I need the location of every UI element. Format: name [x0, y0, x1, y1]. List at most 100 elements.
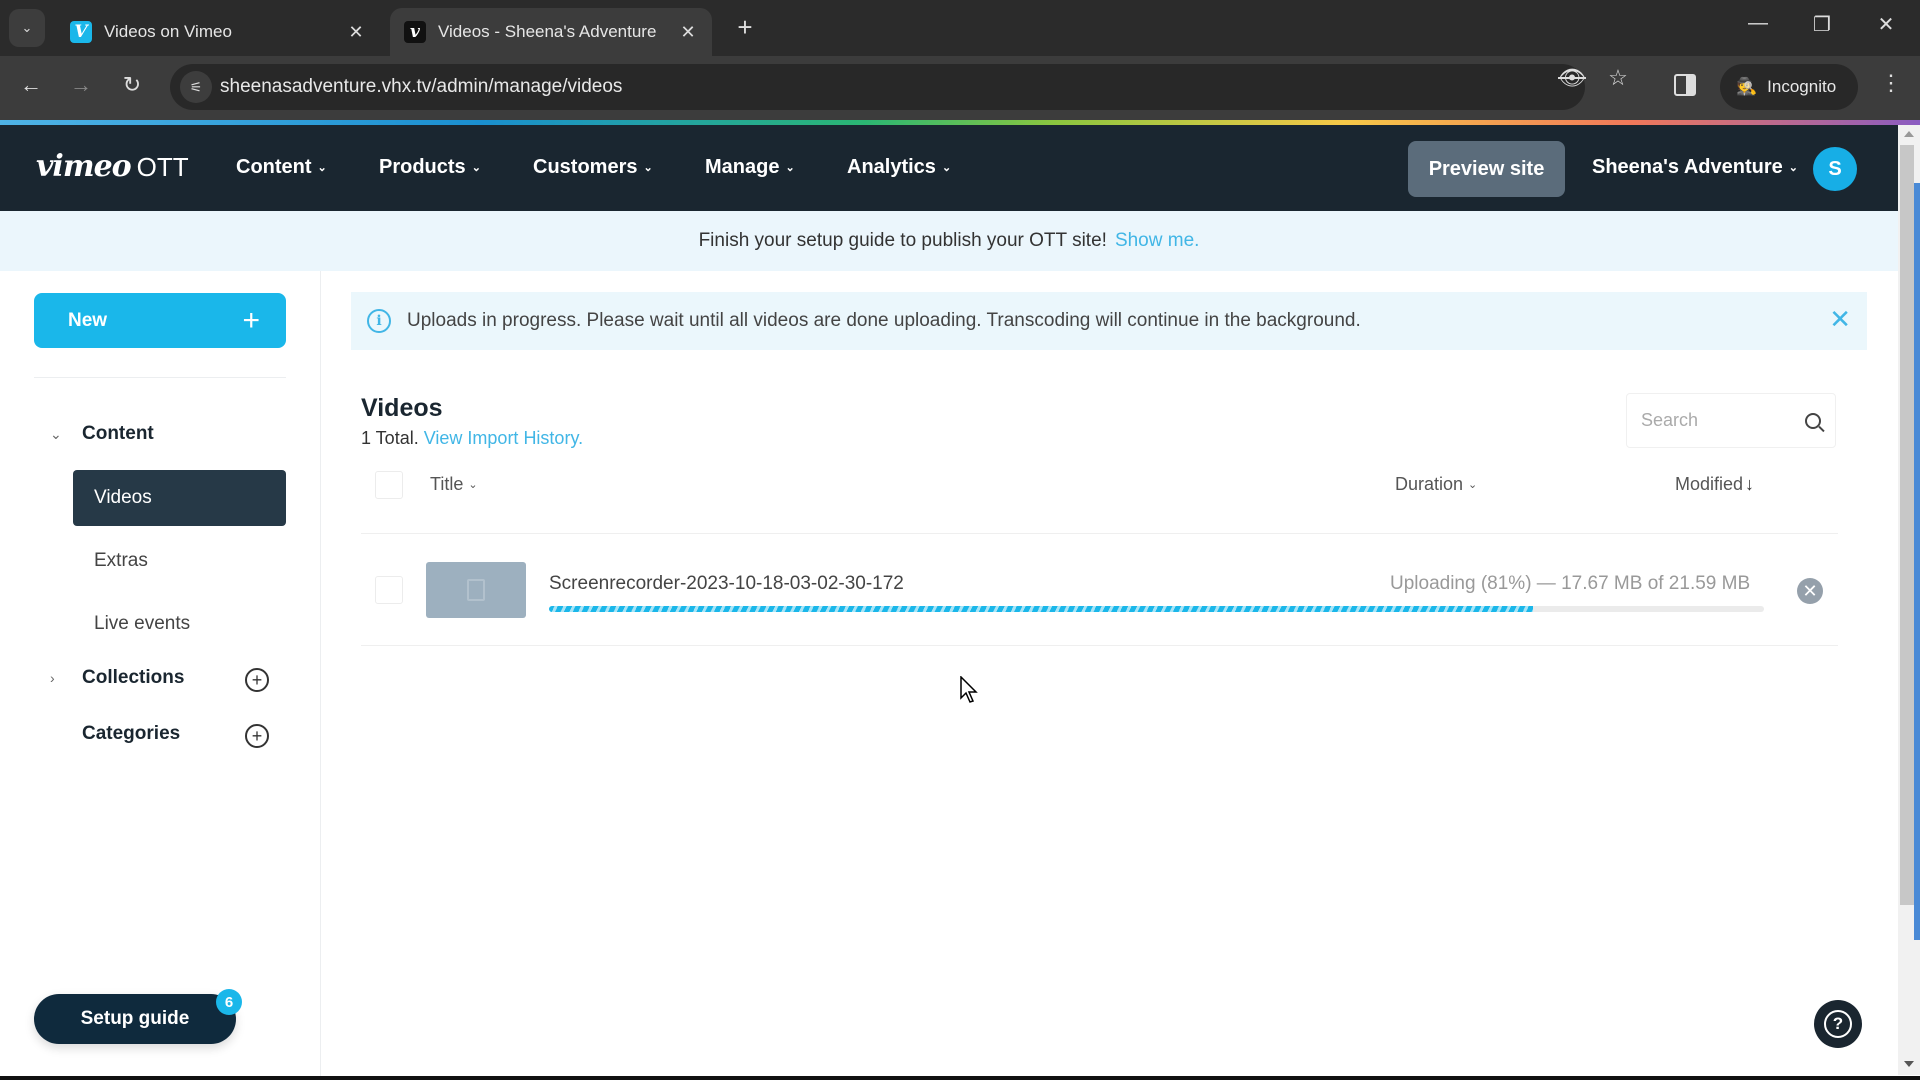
browser-tab-videos-on-vimeo[interactable]: V Videos on Vimeo ✕: [56, 8, 380, 56]
chevron-down-icon: ⌄: [471, 162, 481, 174]
logo-wordmark: vimeo: [36, 149, 132, 184]
setup-guide-button[interactable]: Setup guide: [34, 994, 236, 1044]
browser-tab-sheenas-adventure[interactable]: v Videos - Sheena's Adventure ✕: [390, 8, 712, 56]
video-title[interactable]: Screenrecorder-2023-10-18-03-02-30-172: [549, 573, 904, 595]
column-header-duration[interactable]: Duration ⌄: [1395, 474, 1477, 495]
app-header: vimeo OTT Content ⌄ Products ⌄ Customers ⌄ …: [0, 125, 1898, 211]
add-category-icon[interactable]: +: [245, 724, 269, 748]
scroll-up-arrow-icon[interactable]: [1904, 131, 1914, 137]
nav-label: Manage: [705, 156, 780, 178]
column-label: Modified: [1675, 474, 1744, 494]
search-icon[interactable]: [1805, 412, 1821, 429]
forward-button[interactable]: →: [66, 72, 96, 98]
eye-off-icon[interactable]: 👁: [1557, 65, 1587, 91]
chevron-down-icon: ⌄: [941, 162, 952, 174]
tab-search-button[interactable]: ⌄: [9, 9, 45, 47]
nav-customers[interactable]: Customers ⌄: [533, 156, 653, 179]
sidebar-item-label: Extras: [94, 550, 148, 571]
scroll-thumb[interactable]: [1914, 183, 1920, 940]
browser-toolbar: ← → ↻ ⚟ sheenasadventure.vhx.tv/admin/ma…: [0, 56, 1920, 120]
vimeo-favicon-icon: V: [70, 21, 92, 43]
nav-products[interactable]: Products ⌄: [379, 156, 481, 179]
total-count: 1 Total. View Import History.: [361, 428, 583, 449]
back-button[interactable]: ←: [16, 72, 46, 98]
vimeo-ott-logo[interactable]: vimeo OTT: [36, 149, 189, 184]
scroll-track[interactable]: [1900, 145, 1914, 905]
column-header-modified[interactable]: Modified ↓: [1675, 474, 1754, 495]
window-bottom-edge: [0, 1076, 1920, 1080]
sidebar-item-videos[interactable]: Videos: [73, 470, 286, 526]
close-icon[interactable]: ✕: [1829, 306, 1851, 332]
sidebar-group-label: Content: [82, 423, 154, 444]
side-panel-icon[interactable]: [1674, 74, 1696, 96]
chevron-down-icon: ⌄: [1788, 162, 1798, 174]
account-menu[interactable]: Sheena's Adventure ⌄: [1592, 156, 1798, 179]
setup-guide-badge: 6: [216, 989, 242, 1015]
chevron-down-icon: ⌄: [1468, 479, 1478, 491]
setup-banner-text: Finish your setup guide to publish your …: [698, 230, 1107, 251]
preview-site-button[interactable]: Preview site: [1408, 141, 1565, 197]
row-checkbox[interactable]: [375, 576, 403, 604]
browser-menu-icon[interactable]: ⋮: [1880, 70, 1902, 96]
url-text[interactable]: sheenasadventure.vhx.tv/admin/manage/vid…: [220, 76, 622, 98]
chevron-down-icon: ⌄: [785, 162, 795, 174]
site-info-icon[interactable]: ⚟: [180, 71, 212, 103]
tab-title: Videos - Sheena's Adventure: [438, 22, 657, 41]
search-input[interactable]: [1641, 410, 1791, 431]
sort-down-arrow-icon: ↓: [1745, 474, 1755, 494]
bookmark-star-icon[interactable]: ☆: [1603, 65, 1633, 91]
account-name: Sheena's Adventure: [1592, 156, 1783, 178]
upload-alert: i Uploads in progress. Please wait until…: [351, 292, 1867, 350]
avatar[interactable]: S: [1813, 147, 1857, 191]
help-button[interactable]: ?: [1814, 1000, 1862, 1048]
search-box[interactable]: [1626, 393, 1836, 448]
nav-label: Products: [379, 156, 466, 178]
nav-manage[interactable]: Manage ⌄: [705, 156, 795, 179]
incognito-indicator[interactable]: 🕵 Incognito: [1720, 64, 1858, 110]
nav-content[interactable]: Content ⌄: [236, 156, 327, 179]
video-thumbnail[interactable]: [426, 562, 526, 618]
reload-button[interactable]: ↻: [117, 72, 147, 98]
sidebar-group-categories[interactable]: Categories: [82, 723, 180, 745]
tab-close-icon[interactable]: ✕: [678, 22, 698, 43]
restore-button[interactable]: ❐: [1802, 12, 1842, 37]
sidebar-item-label: Videos: [94, 487, 152, 508]
incognito-icon: 🕵: [1736, 77, 1758, 96]
mouse-cursor-icon: [960, 675, 978, 709]
upload-status: Uploading (81%) — 17.67 MB of 21.59 MB: [1390, 573, 1751, 594]
chevron-right-icon: ›: [50, 670, 55, 686]
sidebar-group-label: Categories: [82, 723, 181, 744]
nav-label: Analytics: [847, 156, 936, 178]
nav-label: Content: [236, 156, 312, 178]
new-button[interactable]: New +: [34, 293, 286, 348]
setup-banner: Finish your setup guide to publish your …: [0, 211, 1898, 271]
cancel-upload-icon[interactable]: ✕: [1797, 578, 1823, 604]
chevron-down-icon: ⌄: [50, 425, 62, 442]
column-header-title[interactable]: Title ⌄: [430, 474, 478, 495]
add-collection-icon[interactable]: +: [245, 668, 269, 692]
sidebar-item-live-events[interactable]: Live events: [73, 596, 286, 652]
page-scrollbar[interactable]: [1898, 125, 1920, 1075]
show-me-link[interactable]: Show me.: [1115, 230, 1199, 252]
browser-tab-bar: ⌄ V Videos on Vimeo ✕ v Videos - Sheena'…: [0, 0, 1920, 56]
chevron-down-icon: ⌄: [643, 162, 653, 174]
sidebar-group-label: Collections: [82, 667, 185, 688]
plus-icon: +: [242, 303, 260, 337]
vhx-favicon-icon: v: [404, 21, 426, 43]
window-close-button[interactable]: ✕: [1866, 12, 1906, 37]
minimize-button[interactable]: —: [1738, 12, 1778, 35]
new-tab-button[interactable]: +: [730, 12, 760, 43]
address-bar[interactable]: ⚟ sheenasadventure.vhx.tv/admin/manage/v…: [170, 64, 1585, 110]
sidebar-group-content[interactable]: ⌄ Content: [50, 423, 154, 445]
select-all-checkbox[interactable]: [375, 471, 403, 499]
nav-analytics[interactable]: Analytics ⌄: [847, 156, 951, 179]
chevron-down-icon: ⌄: [468, 479, 478, 491]
scroll-down-arrow-icon[interactable]: [1904, 1061, 1914, 1067]
tab-close-icon[interactable]: ✕: [346, 22, 366, 43]
sidebar-group-collections[interactable]: › Collections: [50, 667, 184, 689]
help-icon: ?: [1824, 1010, 1852, 1038]
table-row-divider: [361, 645, 1838, 646]
chevron-down-icon: ⌄: [21, 20, 33, 35]
sidebar-item-extras[interactable]: Extras: [73, 533, 286, 589]
view-import-history-link[interactable]: View Import History.: [424, 428, 583, 448]
